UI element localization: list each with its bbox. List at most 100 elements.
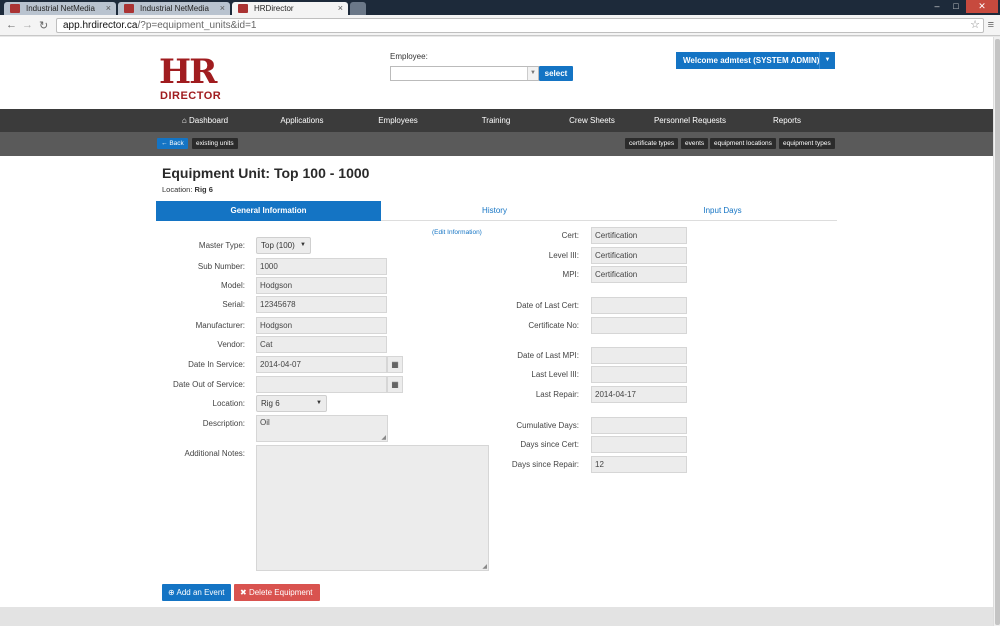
date-in-service-label: Date In Service:	[188, 360, 245, 369]
back-arrow-icon: ←	[161, 140, 168, 147]
delete-equipment-label: Delete Equipment	[248, 588, 313, 597]
equipment-locations-button[interactable]: equipment locations	[710, 138, 776, 149]
last-mpi-label: Date of Last MPI:	[517, 351, 579, 360]
close-tab-icon[interactable]: ×	[220, 2, 225, 15]
delete-equipment-button[interactable]: ✖ Delete Equipment	[234, 584, 320, 601]
location-summary-value: Rig 6	[194, 185, 213, 194]
nav-crew-sheets[interactable]: Crew Sheets	[552, 109, 632, 132]
description-label: Description:	[202, 419, 245, 428]
minimize-icon[interactable]: –	[928, 0, 946, 13]
browser-tab-1[interactable]: Industrial NetMedia ×	[4, 2, 116, 15]
cumulative-days-label: Cumulative Days:	[516, 421, 579, 430]
manufacturer-field[interactable]: Hodgson	[256, 317, 387, 334]
additional-notes-label: Additional Notes:	[184, 449, 245, 458]
tab-general-information[interactable]: General Information	[156, 201, 381, 221]
nav-dashboard[interactable]: ⌂ Dashboard	[160, 109, 250, 132]
bookmark-star-icon[interactable]: ☆	[970, 18, 980, 31]
scrollbar-thumb[interactable]	[995, 39, 1000, 625]
level-iii-field[interactable]: Certification	[591, 247, 687, 264]
date-out-service-field[interactable]	[256, 376, 387, 393]
add-event-label: Add an Event	[176, 588, 225, 597]
serial-field[interactable]: 12345678	[256, 296, 387, 313]
logo-hr-text: HR	[159, 52, 217, 92]
plus-circle-icon: ⊕	[168, 588, 175, 597]
last-level-iii-label: Last Level III:	[531, 370, 579, 379]
url-input[interactable]: app.hrdirector.ca/?p=equipment_units&id=…	[56, 18, 984, 33]
last-repair-field[interactable]: 2014-04-17	[591, 386, 687, 403]
reload-icon[interactable]: ↻	[39, 19, 48, 32]
equipment-types-button[interactable]: equipment types	[779, 138, 835, 149]
sub-nav: ← Back existing units certificate types …	[0, 132, 993, 156]
master-type-value: Top (100)	[261, 241, 295, 250]
select-employee-button[interactable]: select	[539, 66, 573, 81]
model-label: Model:	[220, 281, 245, 290]
mpi-label: MPI:	[562, 270, 579, 279]
browser-tab-title: HRDirector	[254, 4, 294, 13]
hrdirector-logo[interactable]: HR DIRECTOR	[159, 54, 221, 104]
events-button[interactable]: events	[681, 138, 709, 149]
user-menu-button[interactable]: Welcome admtest (SYSTEM ADMIN) ▼	[676, 52, 835, 69]
certificate-no-label: Certificate No:	[528, 321, 579, 330]
nav-applications[interactable]: Applications	[262, 109, 342, 132]
employee-select[interactable]: ▼	[390, 66, 539, 81]
close-window-icon[interactable]: ✕	[966, 0, 998, 13]
maximize-icon[interactable]: □	[947, 0, 965, 13]
last-repair-label: Last Repair:	[535, 390, 579, 399]
chevron-down-icon[interactable]: ▼	[819, 52, 835, 69]
days-since-repair-field[interactable]: 12	[591, 456, 687, 473]
back-arrow-icon[interactable]: ←	[6, 19, 17, 31]
nav-dashboard-label: Dashboard	[188, 116, 229, 125]
tab-history[interactable]: History	[381, 201, 608, 221]
model-field[interactable]: Hodgson	[256, 277, 387, 294]
location-summary: Location: Rig 6	[162, 185, 213, 194]
close-tab-icon[interactable]: ×	[106, 2, 111, 15]
cert-field[interactable]: Certification	[591, 227, 687, 244]
browser-tab-bar: Industrial NetMedia × Industrial NetMedi…	[0, 0, 1000, 15]
delete-x-icon: ✖	[240, 588, 247, 597]
description-textarea[interactable]: Oil ◢	[256, 415, 388, 442]
back-button[interactable]: ← Back	[157, 138, 188, 149]
nav-employees[interactable]: Employees	[358, 109, 438, 132]
page-scrollbar[interactable]	[993, 37, 1000, 626]
logo-director-text: DIRECTOR	[160, 90, 222, 102]
cumulative-days-field[interactable]	[591, 417, 687, 434]
nav-personnel-requests[interactable]: Personnel Requests	[640, 109, 740, 132]
existing-units-button[interactable]: existing units	[192, 138, 238, 149]
date-in-service-field[interactable]: 2014-04-07	[256, 356, 387, 373]
chevron-down-icon: ▼	[316, 400, 322, 406]
nav-reports[interactable]: Reports	[756, 109, 818, 132]
url-host: app.hrdirector.ca	[63, 20, 138, 31]
last-cert-field[interactable]	[591, 297, 687, 314]
certificate-no-field[interactable]	[591, 317, 687, 334]
days-since-cert-field[interactable]	[591, 436, 687, 453]
master-type-select[interactable]: Top (100) ▼	[256, 237, 311, 254]
add-event-button[interactable]: ⊕ Add an Event	[162, 584, 231, 601]
browser-tab-3[interactable]: HRDirector ×	[232, 2, 348, 15]
certificate-types-button[interactable]: certificate types	[625, 138, 679, 149]
resize-grip-icon[interactable]: ◢	[381, 434, 386, 441]
close-tab-icon[interactable]: ×	[338, 2, 343, 15]
browser-tab-title: Industrial NetMedia	[26, 4, 95, 13]
resize-grip-icon[interactable]: ◢	[482, 563, 487, 570]
browser-menu-icon[interactable]: ≡	[988, 19, 994, 31]
forward-arrow-icon[interactable]: →	[22, 19, 33, 31]
browser-tab-2[interactable]: Industrial NetMedia ×	[118, 2, 230, 15]
calendar-icon[interactable]: ▦	[387, 356, 403, 373]
chevron-down-icon: ▼	[300, 242, 306, 248]
address-bar: ← → ↻ app.hrdirector.ca/?p=equipment_uni…	[0, 15, 1000, 36]
last-mpi-field[interactable]	[591, 347, 687, 364]
employee-label: Employee:	[390, 52, 428, 61]
new-tab-button[interactable]	[350, 2, 366, 15]
vendor-field[interactable]: Cat	[256, 336, 387, 353]
location-summary-label: Location:	[162, 185, 193, 194]
mpi-field[interactable]: Certification	[591, 266, 687, 283]
location-select[interactable]: Rig 6 ▼	[256, 395, 327, 412]
sub-number-field[interactable]: 1000	[256, 258, 387, 275]
cert-label: Cert:	[561, 231, 579, 240]
calendar-icon[interactable]: ▦	[387, 376, 403, 393]
nav-training[interactable]: Training	[456, 109, 536, 132]
last-level-iii-field[interactable]	[591, 366, 687, 383]
tab-input-days[interactable]: Input Days	[608, 201, 837, 221]
location-value: Rig 6	[261, 399, 280, 408]
main-nav: ⌂ Dashboard Applications Employees Train…	[0, 109, 993, 132]
